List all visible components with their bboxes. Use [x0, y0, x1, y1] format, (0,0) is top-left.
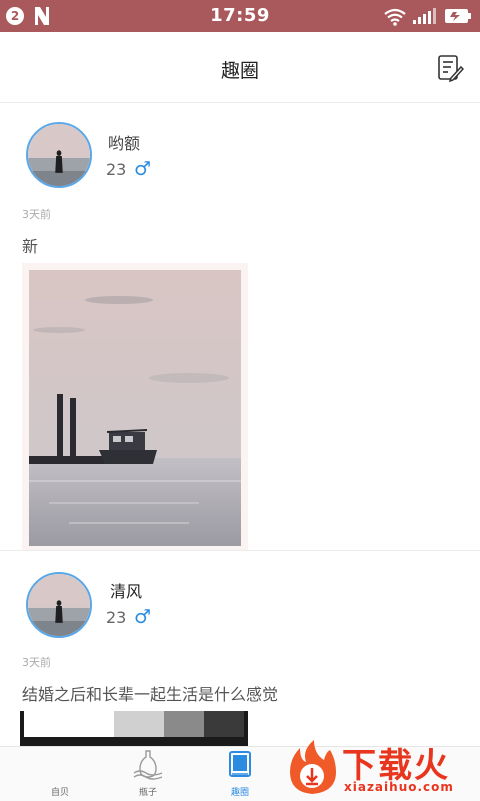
tab-label: 自贝: [50, 788, 69, 798]
post-photo[interactable]: [20, 711, 248, 746]
watermark-logo: 下载火 xiazaihuo.com: [280, 736, 480, 800]
tab-circle[interactable]: 趣圈: [200, 747, 280, 801]
user-age: 23: [106, 608, 127, 627]
tab-label: 趣圈: [230, 788, 249, 798]
status-bar: 2 17:59: [0, 0, 480, 32]
sea-boat-photo: [29, 270, 241, 546]
battery-charging-icon: [445, 9, 471, 23]
flame-logo-icon: [290, 740, 336, 794]
page-title: 趣圈: [220, 60, 259, 82]
post-text: 新: [22, 237, 39, 256]
post-photo[interactable]: [22, 263, 248, 550]
clock: 17:59: [210, 5, 270, 26]
top-header: 趣圈: [0, 32, 480, 103]
book-icon: [229, 751, 251, 777]
username[interactable]: 清风: [110, 578, 142, 602]
wifi-icon: [384, 8, 406, 26]
bottle-icon: [133, 750, 163, 780]
male-gender-icon: ♂: [134, 606, 152, 628]
watermark-url: xiazaihuo.com: [344, 780, 454, 794]
cell-signal-icon: [413, 8, 436, 24]
male-gender-icon: ♂: [134, 158, 152, 180]
feed-post[interactable]: 清风 23 ♂ 3天前 结婚之后和长辈一起生活是什么感觉: [0, 551, 480, 746]
tab-home[interactable]: 自贝: [20, 747, 100, 801]
post-time: 3天前: [22, 208, 51, 221]
tab-bottle[interactable]: 瓶子: [108, 747, 188, 801]
avatar-image: [28, 124, 90, 186]
avatar[interactable]: [26, 122, 92, 188]
compose-post-icon[interactable]: [436, 54, 464, 82]
username[interactable]: 哟额: [108, 130, 140, 154]
post-text: 结婚之后和长辈一起生活是什么感觉: [22, 685, 279, 704]
avatar[interactable]: [26, 572, 92, 638]
avatar-image: [28, 574, 90, 636]
tab-label: 瓶子: [138, 788, 157, 798]
post-time: 3天前: [22, 656, 51, 669]
feed-post[interactable]: 哟额 23 ♂ 3天前 新: [0, 103, 480, 550]
user-age: 23: [106, 160, 127, 179]
